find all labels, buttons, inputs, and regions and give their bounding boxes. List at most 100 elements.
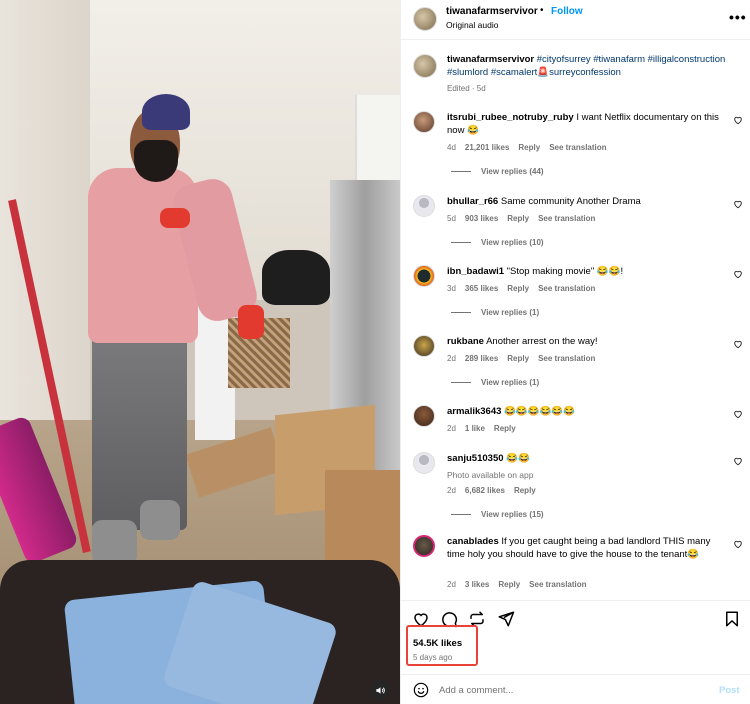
post-timestamp[interactable]: 5 days ago — [413, 653, 452, 662]
speaker-icon — [375, 686, 385, 694]
more-options-icon[interactable]: ••• — [729, 9, 747, 25]
comment-likes[interactable]: 3 likes — [465, 580, 489, 589]
replies-line — [451, 312, 471, 314]
commenter-username[interactable]: sanju510350 — [447, 453, 504, 464]
comment-likes[interactable]: 903 likes — [465, 214, 498, 223]
photo-note: Photo available on app — [447, 470, 534, 480]
reply-button[interactable]: Reply — [507, 354, 529, 363]
caption-text: tiwanafarmservivor #cityofsurrey #tiwana… — [447, 54, 737, 79]
post-likes-count[interactable]: 54.5K likes — [413, 638, 462, 649]
comment-meta: 3d 365 likes Reply See translation — [447, 284, 604, 293]
commenter-username[interactable]: ibn_badawi1 — [447, 266, 504, 277]
view-replies-label: View replies (1) — [481, 308, 540, 317]
view-replies-button[interactable]: View replies (1) — [451, 378, 539, 387]
comment-age: 2d — [447, 424, 456, 433]
mute-button[interactable] — [370, 680, 390, 700]
post-viewer: tiwanafarmservivor • Follow Original aud… — [0, 0, 750, 704]
comment-age: 5d — [447, 214, 456, 223]
heart-icon[interactable] — [733, 456, 743, 466]
comment-age: 2d — [447, 354, 456, 363]
commenter-avatar[interactable] — [413, 195, 435, 217]
commenter-username[interactable]: bhullar_r66 — [447, 196, 498, 207]
replies-line — [451, 514, 471, 516]
reply-button[interactable]: Reply — [507, 284, 529, 293]
see-translation-button[interactable]: See translation — [549, 143, 606, 152]
see-translation-button[interactable]: See translation — [538, 214, 595, 223]
see-translation-button[interactable]: See translation — [529, 580, 586, 589]
commenter-avatar[interactable] — [413, 265, 435, 287]
reply-button[interactable]: Reply — [514, 486, 536, 495]
video-person-shoe — [140, 500, 180, 540]
post-header: tiwanafarmservivor • Follow Original aud… — [401, 0, 750, 40]
comment-likes[interactable]: 289 likes — [465, 354, 498, 363]
commenter-avatar[interactable] — [413, 405, 435, 427]
comments-list[interactable]: tiwanafarmservivor #cityofsurrey #tiwana… — [401, 41, 750, 599]
heart-icon[interactable] — [733, 115, 743, 125]
commenter-username[interactable]: canablades — [447, 536, 499, 547]
view-replies-button[interactable]: View replies (44) — [451, 167, 544, 176]
heart-icon[interactable] — [733, 269, 743, 279]
comment-text: itsrubi_rubee_notruby_ruby I want Netfli… — [447, 111, 727, 137]
comment-likes[interactable]: 21,201 likes — [465, 143, 509, 152]
comment-text: canablades If you get caught being a bad… — [447, 535, 727, 561]
view-replies-label: View replies (15) — [481, 510, 544, 519]
share-send-icon[interactable] — [497, 610, 515, 628]
caption-username[interactable]: tiwanafarmservivor — [447, 54, 534, 65]
heart-icon[interactable] — [733, 539, 743, 549]
heart-icon[interactable] — [733, 199, 743, 209]
author-avatar[interactable] — [413, 7, 437, 31]
view-replies-button[interactable]: View replies (10) — [451, 238, 544, 247]
reply-button[interactable]: Reply — [507, 214, 529, 223]
comment-meta: 4d 21,201 likes Reply See translation — [447, 143, 616, 152]
comment-age: 3d — [447, 284, 456, 293]
reply-button[interactable]: Reply — [498, 580, 520, 589]
comment-body: 😂😂 — [506, 453, 530, 464]
view-replies-button[interactable]: View replies (1) — [451, 308, 539, 317]
commenter-username[interactable]: itsrubi_rubee_notruby_ruby — [447, 112, 574, 123]
see-translation-button[interactable]: See translation — [538, 284, 595, 293]
comment-text: rukbane Another arrest on the way! — [447, 335, 727, 348]
comment-body: 😂😂😂😂😂😂 — [504, 406, 576, 417]
follow-button[interactable]: Follow — [551, 6, 583, 17]
comment-likes[interactable]: 6,682 likes — [465, 486, 505, 495]
comment-age: 4d — [447, 143, 456, 152]
comment-age: 2d — [447, 486, 456, 495]
commenter-avatar[interactable] — [413, 111, 435, 133]
comment-text: sanju510350 😂😂 — [447, 452, 727, 465]
comment-body: Same community Another Drama — [500, 196, 641, 207]
comment-age: 2d — [447, 580, 456, 589]
comment-likes[interactable]: 1 like — [465, 424, 485, 433]
commenter-avatar[interactable] — [413, 452, 435, 474]
comment-meta: 5d 903 likes Reply See translation — [447, 214, 604, 223]
comment-text: bhullar_r66 Same community Another Drama — [447, 195, 727, 208]
comment-text: ibn_badawi1 "Stop making movie" 😂😂! — [447, 265, 727, 278]
commenter-avatar[interactable] — [413, 535, 435, 557]
view-replies-button[interactable]: View replies (15) — [451, 510, 544, 519]
post-panel: tiwanafarmservivor • Follow Original aud… — [400, 0, 750, 704]
separator-dot: • — [540, 5, 544, 16]
comment-input[interactable] — [439, 681, 699, 699]
video-person-glove — [238, 305, 264, 339]
emoji-icon[interactable] — [413, 682, 429, 698]
heart-icon[interactable] — [733, 339, 743, 349]
commenter-username[interactable]: rukbane — [447, 336, 484, 347]
reply-button[interactable]: Reply — [494, 424, 516, 433]
comment-meta: 2d 6,682 likes Reply — [447, 486, 545, 495]
comment-likes[interactable]: 365 likes — [465, 284, 498, 293]
bookmark-icon[interactable] — [723, 610, 741, 628]
replies-line — [451, 171, 471, 173]
caption-avatar[interactable] — [413, 54, 437, 78]
commenter-avatar[interactable] — [413, 335, 435, 357]
reel-video[interactable] — [0, 0, 400, 704]
author-username[interactable]: tiwanafarmservivor — [446, 6, 538, 17]
heart-icon[interactable] — [733, 409, 743, 419]
reply-button[interactable]: Reply — [518, 143, 540, 152]
video-person-turban — [142, 94, 190, 130]
comment-meta: 2d 1 like Reply — [447, 424, 525, 433]
commenter-username[interactable]: armalik3643 — [447, 406, 501, 417]
audio-link[interactable]: Original audio — [446, 20, 498, 30]
see-translation-button[interactable]: See translation — [538, 354, 595, 363]
video-scene-bag — [262, 250, 330, 305]
post-comment-button[interactable]: Post — [719, 685, 740, 696]
view-replies-label: View replies (1) — [481, 378, 540, 387]
